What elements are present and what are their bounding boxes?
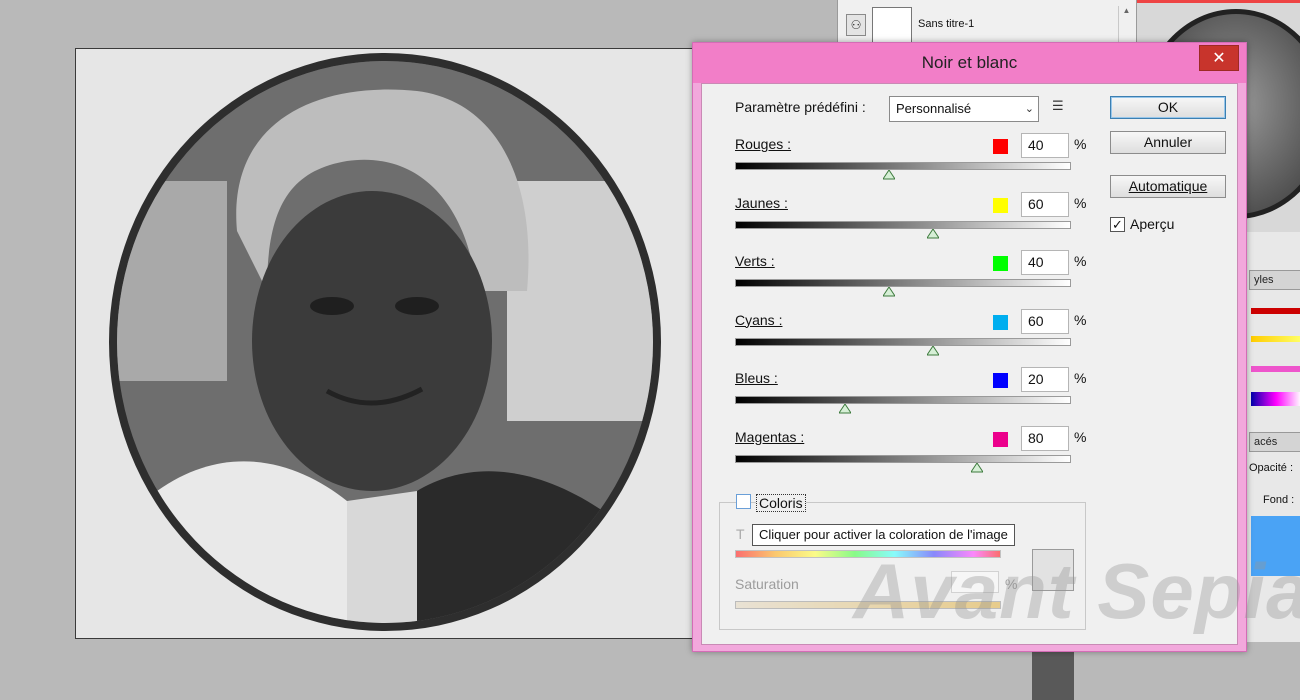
coloris-groupbox: [719, 502, 1086, 630]
auto-button[interactable]: Automatique: [1110, 175, 1226, 198]
slider-thumb-shape: [971, 462, 984, 472]
percent-sign: %: [1074, 370, 1087, 386]
layer-visibility-icon[interactable]: ⚇: [846, 14, 866, 36]
preset-value: Personnalisé: [896, 101, 972, 116]
tab-traces[interactable]: acés: [1249, 432, 1300, 452]
auto-label: Automatique: [1128, 178, 1208, 194]
percent-sign: %: [1074, 194, 1087, 211]
slider-thumb-shape: [883, 170, 896, 180]
slider-thumb-shape: [839, 404, 852, 414]
layers-panel-row[interactable]: ⚇ Sans titre-1 ▲: [837, 0, 1137, 44]
slider-thumb-shape: [927, 345, 940, 355]
slider-thumb[interactable]: [883, 170, 896, 180]
slider-label: Rouges :: [735, 136, 792, 152]
slider-thumb[interactable]: [927, 345, 940, 356]
slider-track[interactable]: [735, 337, 1071, 346]
slider-track[interactable]: [735, 220, 1071, 229]
preset-dropdown[interactable]: Personnalisé ⌄: [889, 96, 1039, 122]
percent-sign: %: [1074, 428, 1087, 445]
portrait-photo: [109, 53, 661, 631]
layer-thumbnail[interactable]: [872, 7, 912, 43]
black-and-white-dialog: Noir et blanc ✕ Paramètre prédéfini : Pe…: [692, 42, 1247, 652]
percent-sign: %: [1074, 136, 1087, 152]
saturation-slider: [735, 601, 1001, 609]
slider-thumb-shape: [927, 228, 940, 238]
slider-value-input[interactable]: 20: [1021, 367, 1069, 392]
coloris-checkbox[interactable]: [736, 494, 751, 509]
chevron-down-icon: ⌄: [1024, 103, 1034, 115]
color-swatch: [993, 256, 1008, 271]
slider-thumb[interactable]: [971, 462, 984, 473]
slider-track[interactable]: [735, 162, 1071, 170]
preview-checkbox[interactable]: ✓: [1110, 217, 1125, 232]
color-swatch: [993, 314, 1008, 330]
slider-label: Jaunes :: [735, 194, 788, 211]
gradient-bar: [1251, 392, 1300, 406]
yellow-bar: [1251, 336, 1300, 342]
selected-layer-highlight[interactable]: [1251, 516, 1300, 576]
slider-thumb[interactable]: [839, 404, 852, 414]
dialog-titlebar[interactable]: Noir et blanc ✕: [693, 43, 1246, 83]
slider-thumb[interactable]: [927, 228, 940, 239]
coloris-label[interactable]: Coloris: [756, 494, 806, 512]
document-canvas[interactable]: [75, 48, 700, 639]
color-swatch: [993, 197, 1008, 213]
color-swatch: [993, 139, 1008, 154]
magenta-bar: [1251, 366, 1300, 372]
hue-slider: [735, 550, 1001, 558]
preview-label: Aperçu: [1130, 216, 1175, 232]
coloris-tooltip: Cliquer pour activer la coloration de l'…: [752, 524, 1015, 546]
slider-thumb[interactable]: [883, 287, 896, 297]
color-preview-swatch: [1032, 549, 1074, 591]
cancel-button[interactable]: Annuler: [1110, 131, 1226, 154]
tab-styles[interactable]: yles: [1249, 270, 1300, 290]
slider-track[interactable]: [735, 454, 1071, 463]
slider-value-input[interactable]: 80: [1021, 425, 1069, 451]
slider-label: Verts :: [735, 253, 775, 269]
saturation-label: Saturation: [735, 576, 799, 592]
adjustments-panel: yles acés Opacité : Fond :: [1240, 232, 1300, 642]
red-bar: [1251, 308, 1300, 314]
slider-track[interactable]: [735, 396, 1071, 404]
slider-value-input[interactable]: 60: [1021, 191, 1069, 217]
percent-sign: %: [1074, 253, 1087, 269]
slider-label: Bleus :: [735, 370, 778, 386]
color-swatch: [993, 373, 1008, 388]
opacity-label: Opacité :: [1249, 462, 1294, 474]
saturation-input: [951, 571, 999, 593]
fond-label: Fond :: [1263, 494, 1295, 506]
slider-label: Magentas :: [735, 428, 805, 445]
tint-label: T: [736, 526, 745, 542]
saturation-pct: %: [1005, 576, 1018, 592]
slider-value-input[interactable]: 40: [1021, 133, 1069, 158]
color-swatch: [993, 431, 1008, 447]
dialog-body: Paramètre prédéfini : Personnalisé ⌄ ☰ O…: [701, 83, 1238, 645]
percent-sign: %: [1074, 311, 1087, 328]
slider-track[interactable]: [735, 279, 1071, 287]
slider-label: Cyans :: [735, 311, 783, 328]
panel-strip: [1032, 652, 1074, 700]
slider-value-input[interactable]: 60: [1021, 308, 1069, 334]
preset-label: Paramètre prédéfini :: [735, 99, 866, 115]
layer-name[interactable]: Sans titre-1: [918, 18, 974, 30]
slider-value-input[interactable]: 40: [1021, 250, 1069, 275]
slider-thumb-shape: [883, 287, 896, 297]
layers-scrollbar[interactable]: ▲: [1118, 6, 1134, 42]
dialog-title: Noir et blanc: [921, 53, 1018, 72]
close-button[interactable]: ✕: [1199, 45, 1239, 71]
preset-options-icon[interactable]: ☰: [1052, 99, 1068, 114]
ok-button[interactable]: OK: [1110, 96, 1226, 119]
portrait-illustration: [117, 61, 653, 623]
